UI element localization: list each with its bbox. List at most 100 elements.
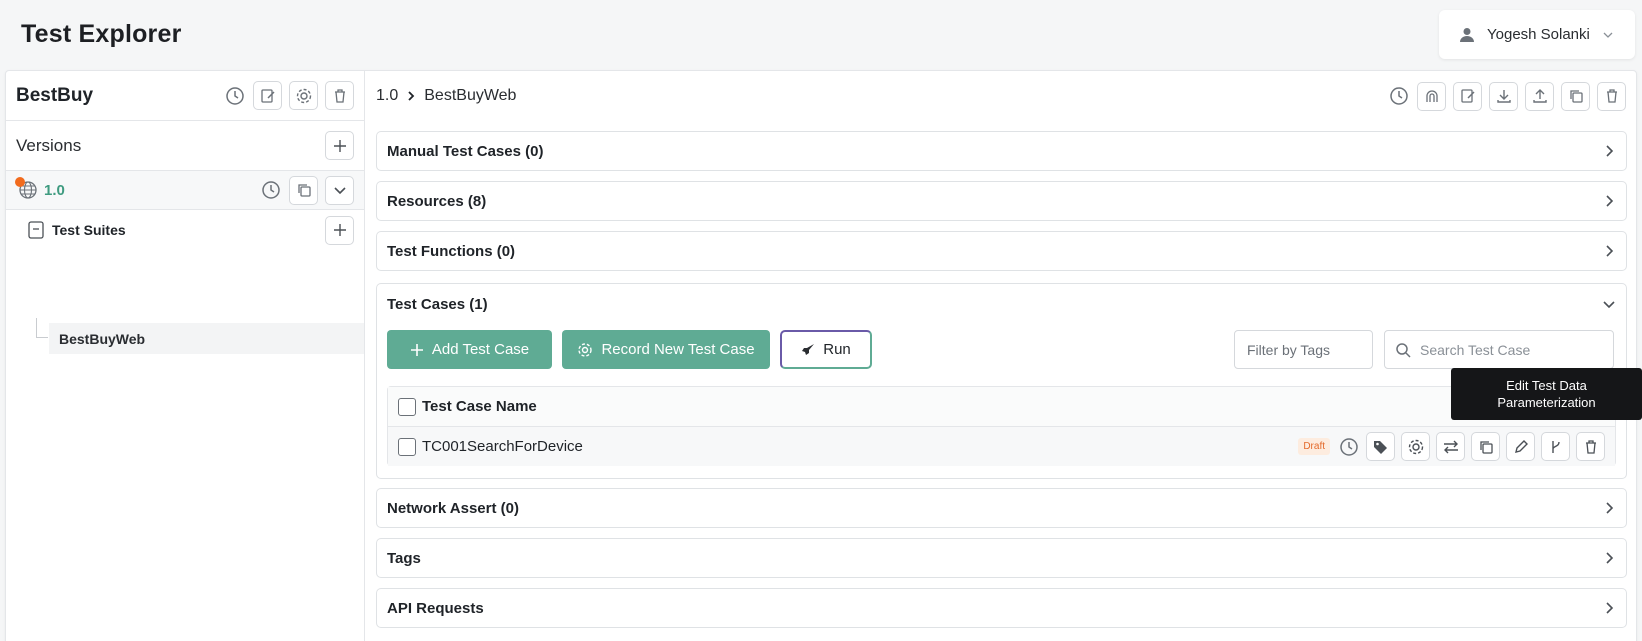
copy-version-button[interactable] [289,175,318,205]
section-api-requests[interactable]: API Requests [376,588,1627,628]
version-label[interactable]: 1.0 [44,182,260,199]
add-version-button[interactable] [325,131,354,160]
configure-button[interactable] [1401,432,1430,461]
content-header: 1.0 BestBuyWeb [366,71,1636,121]
filter-by-tags-dropdown[interactable]: Filter by Tags [1234,330,1373,369]
fingerprint-button[interactable] [1417,81,1446,111]
plus-icon [333,224,346,236]
delete-project-button[interactable] [325,81,354,110]
test-case-table: Test Case Name TC001SearchForDevice Draf… [387,386,1616,466]
status-badge: Draft [1298,438,1330,455]
test-cases-header[interactable]: Test Cases (1) [377,284,1626,324]
breadcrumb-version[interactable]: 1.0 [376,87,398,105]
plus-icon [410,343,423,356]
table-row[interactable]: TC001SearchForDevice Draft [388,427,1615,466]
versions-header: Versions [6,121,364,171]
search-placeholder: Search Test Case [1420,341,1531,358]
delete-suite-button[interactable] [1597,81,1626,111]
breadcrumb: 1.0 BestBuyWeb [376,87,1388,105]
chevron-right-icon [1602,244,1616,258]
main-panel: BestBuy Versions 1.0 Test Suites BestBuy… [5,70,1637,641]
section-network-assert[interactable]: Network Assert (0) [376,488,1627,528]
tags-button[interactable] [1366,432,1395,461]
swap-arrows-icon [1443,440,1458,453]
history-icon[interactable] [224,85,246,107]
version-row[interactable]: 1.0 [6,171,364,210]
versions-label: Versions [16,135,82,155]
trash-icon [334,88,345,103]
select-all-checkbox[interactable] [398,397,416,416]
upload-button[interactable] [1525,81,1554,111]
run-label: Run [823,341,851,358]
test-case-name[interactable]: TC001SearchForDevice [422,438,1298,455]
tooltip: Edit Test Data Parameterization [1451,368,1642,420]
plus-icon [333,139,346,152]
add-suite-button[interactable] [325,215,354,245]
chevron-right-icon [1602,601,1616,615]
branch-icon [1551,440,1560,453]
trash-icon [1606,89,1617,103]
row-checkbox[interactable] [398,437,416,456]
test-suites-label: Test Suites [52,222,126,238]
section-test-functions[interactable]: Test Functions (0) [376,231,1627,271]
copy-test-case-button[interactable] [1471,432,1500,461]
tag-icon [1373,440,1387,454]
history-icon[interactable] [260,179,282,201]
section-title: Test Cases (1) [387,295,488,313]
column-header-name: Test Case Name [422,398,537,415]
status-dot [15,177,25,187]
transfer-button[interactable] [1436,432,1465,461]
gear-icon [1408,439,1423,454]
globe-icon [15,177,38,200]
copy-icon [1479,440,1493,454]
section-title: Manual Test Cases (0) [387,142,544,160]
content-area: 1.0 BestBuyWeb Manual Test Cases (0) Res… [366,71,1636,641]
chevron-right-icon [1602,501,1616,515]
test-suites-header[interactable]: Test Suites [6,210,364,250]
run-button[interactable]: Run [780,330,872,369]
section-resources[interactable]: Resources (8) [376,181,1627,221]
history-icon[interactable] [1338,436,1360,458]
rocket-icon [802,343,815,355]
pencil-icon [1514,439,1528,453]
edit-suite-button[interactable] [1453,81,1482,111]
edit-test-data-parameterization-button[interactable] [1541,432,1570,461]
upload-icon [1532,89,1547,103]
chevron-right-icon [1602,144,1616,158]
add-test-case-label: Add Test Case [431,341,530,358]
project-header: BestBuy [6,71,364,121]
search-icon [1396,342,1411,358]
expand-version-button[interactable] [325,175,354,205]
edit-project-button[interactable] [253,81,282,110]
project-settings-button[interactable] [289,81,318,110]
record-gear-icon [578,342,593,357]
edit-test-case-button[interactable] [1506,432,1535,461]
copy-suite-button[interactable] [1561,81,1590,111]
tree-connector [36,318,48,338]
edit-note-icon [260,88,275,103]
history-icon[interactable] [1388,85,1410,107]
record-test-case-button[interactable]: Record New Test Case [562,330,770,369]
left-sidebar: BestBuy Versions 1.0 Test Suites [6,71,365,641]
chevron-right-icon [1602,194,1616,208]
chevron-right-icon [1602,551,1616,565]
record-test-case-label: Record New Test Case [601,341,755,358]
delete-test-case-button[interactable] [1576,432,1605,461]
section-title: Tags [387,549,421,567]
download-button[interactable] [1489,81,1518,111]
chevron-right-icon [406,90,416,102]
fingerprint-icon [1425,90,1438,102]
section-tags[interactable]: Tags [376,538,1627,578]
user-menu-button[interactable]: Yogesh Solanki [1439,10,1635,59]
section-manual-test-cases[interactable]: Manual Test Cases (0) [376,131,1627,171]
section-title: Test Functions (0) [387,242,516,260]
search-input[interactable]: Search Test Case [1384,330,1614,369]
project-name: BestBuy [16,84,94,106]
download-icon [1496,90,1511,103]
suite-icon [28,221,44,239]
chevron-down-icon [1602,29,1614,41]
copy-icon [297,184,311,197]
suite-item-bestbuyweb[interactable]: BestBuyWeb [49,323,364,354]
add-test-case-button[interactable]: Add Test Case [387,330,552,369]
user-name: Yogesh Solanki [1487,26,1590,43]
